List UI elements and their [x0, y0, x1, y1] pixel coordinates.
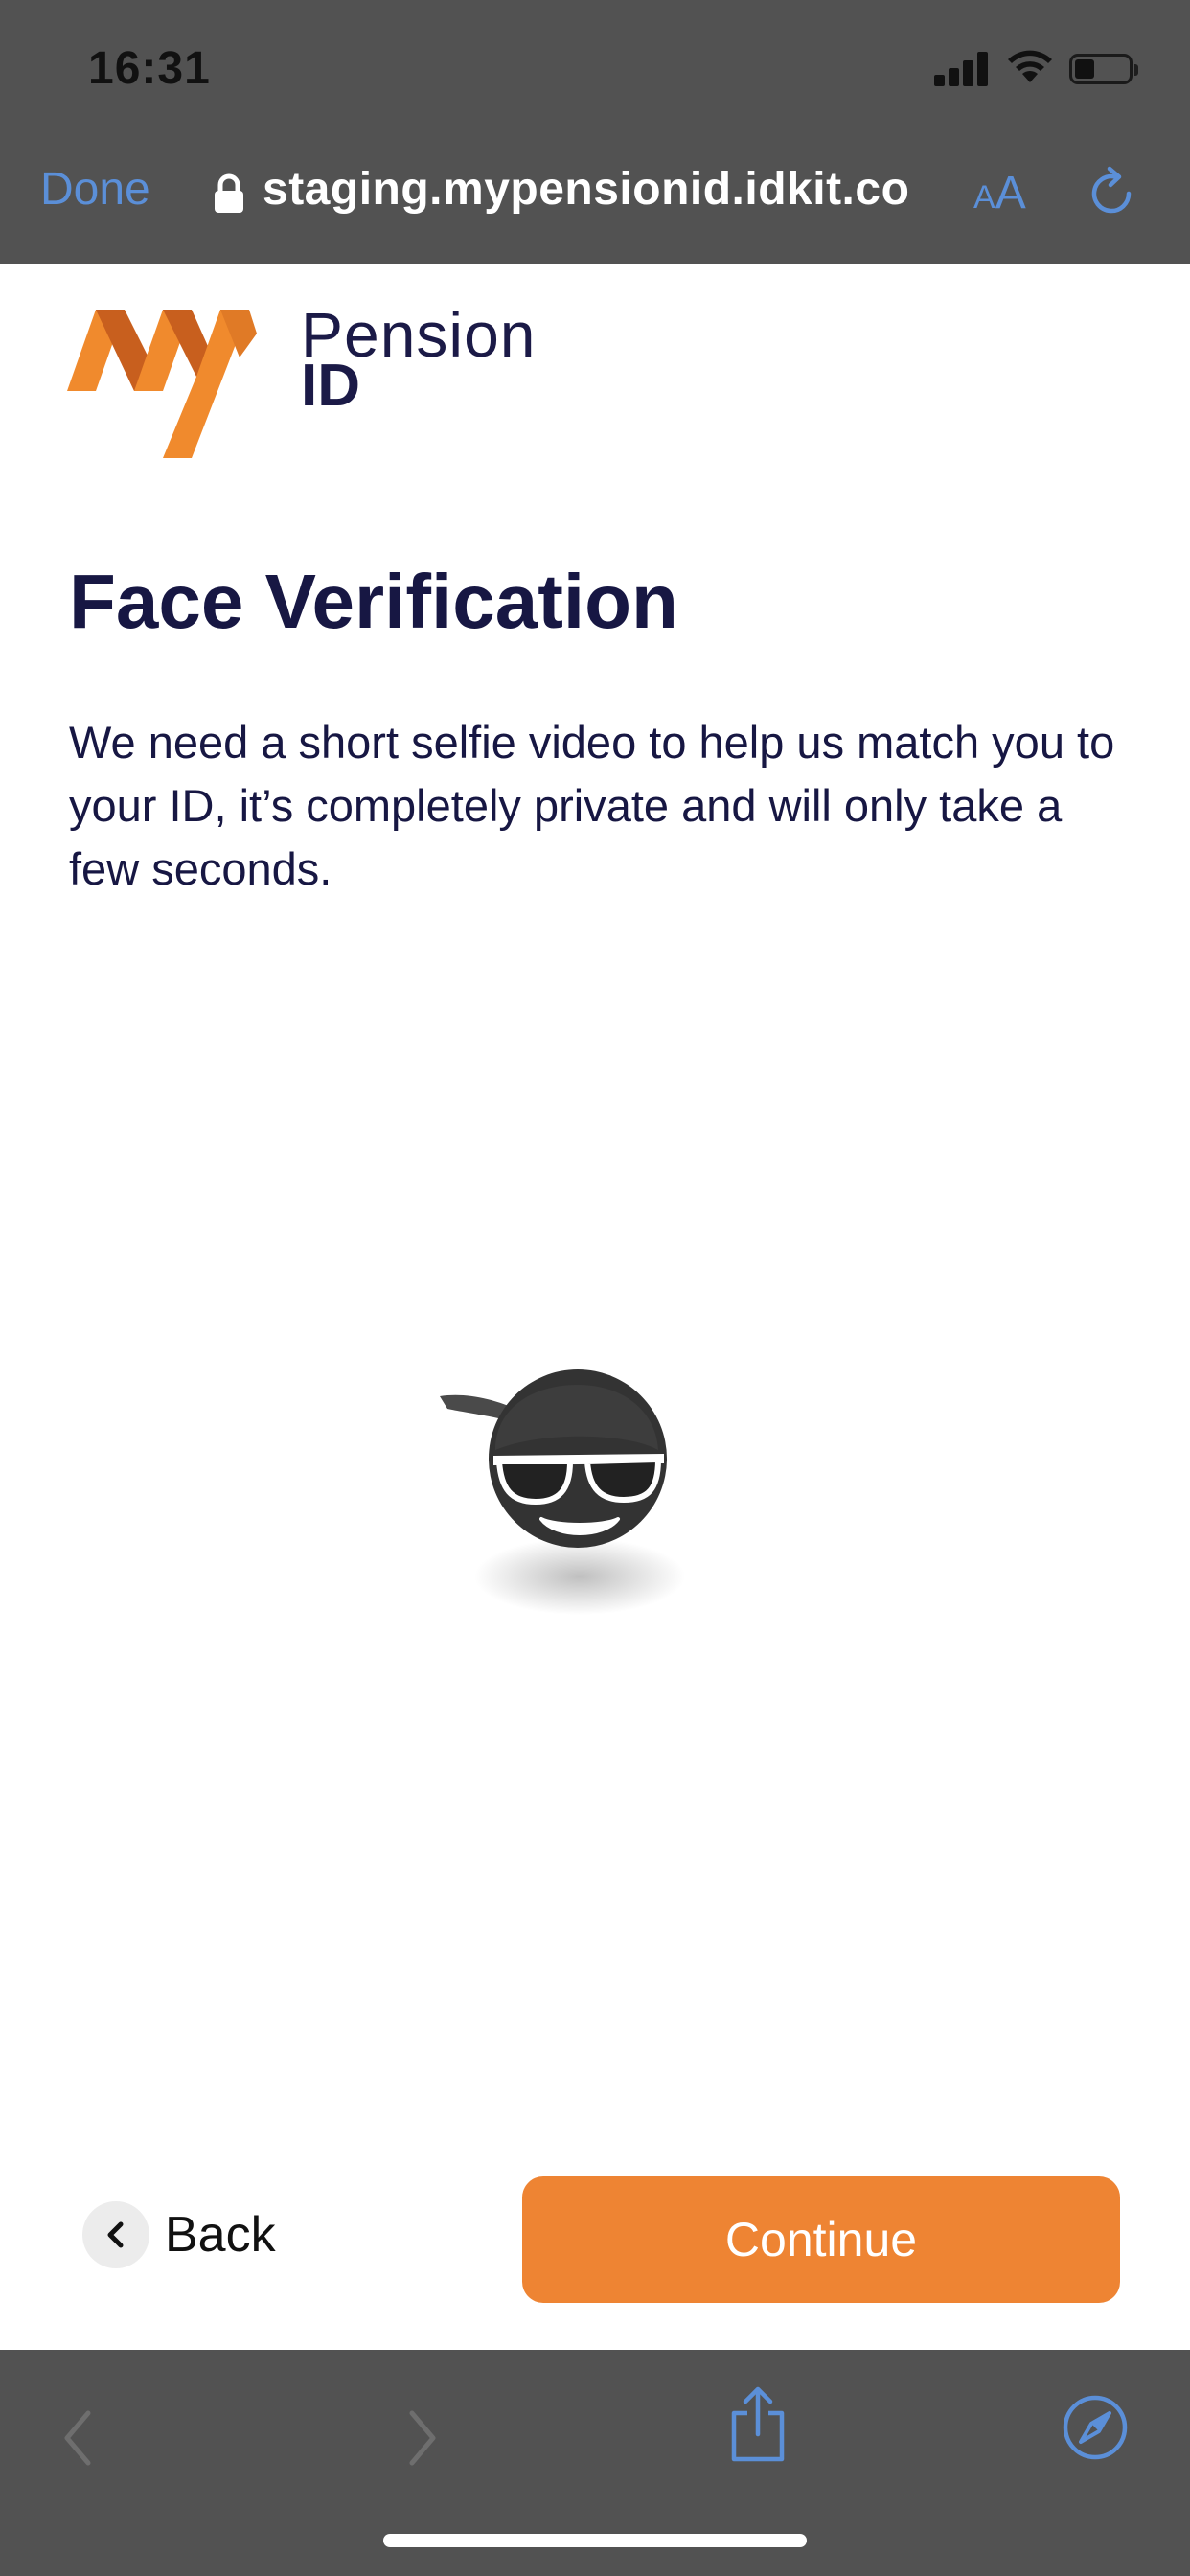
page-description: We need a short selfie video to help us …: [69, 717, 1115, 894]
browser-forward-button[interactable]: [402, 2407, 441, 2472]
text-size-large-label: A: [995, 168, 1026, 218]
reload-icon[interactable]: [1087, 165, 1140, 222]
share-icon: [731, 2386, 785, 2462]
mypensionid-logo: Pension ID: [67, 292, 565, 465]
continue-button[interactable]: Continue: [522, 2176, 1120, 2303]
home-indicator[interactable]: [383, 2534, 807, 2547]
safari-top-bar: 16:31 Done staging.mypensionid.idkit.co …: [0, 0, 1190, 264]
my-logo-mark-icon: [67, 310, 257, 458]
back-button[interactable]: Back: [82, 2199, 276, 2270]
chevron-left-icon: [82, 2201, 149, 2268]
chevron-left-icon: [64, 2410, 91, 2466]
compass-icon: [1063, 2395, 1128, 2460]
text-size-small-label: A: [973, 179, 995, 216]
back-label: Back: [165, 2207, 276, 2263]
browser-back-button[interactable]: [59, 2407, 98, 2472]
battery-icon: [1069, 54, 1138, 88]
cellular-signal-icon: [934, 48, 995, 86]
chevron-right-icon: [409, 2410, 436, 2466]
wifi-icon: [1008, 50, 1052, 82]
url-text[interactable]: staging.mypensionid.idkit.co: [263, 163, 909, 216]
lock-icon: [215, 173, 243, 213]
compass-button[interactable]: [1062, 2394, 1129, 2464]
selfie-avatar-icon: [440, 1369, 685, 1615]
page-title: Face Verification: [69, 559, 678, 644]
logo-word-id: ID: [301, 353, 360, 419]
share-button[interactable]: [728, 2384, 788, 2468]
url-bar: Done staging.mypensionid.idkit.co AA: [0, 153, 1190, 232]
text-size-button[interactable]: AA: [973, 167, 1026, 219]
status-time: 16:31: [88, 43, 211, 94]
done-button[interactable]: Done: [40, 163, 150, 216]
